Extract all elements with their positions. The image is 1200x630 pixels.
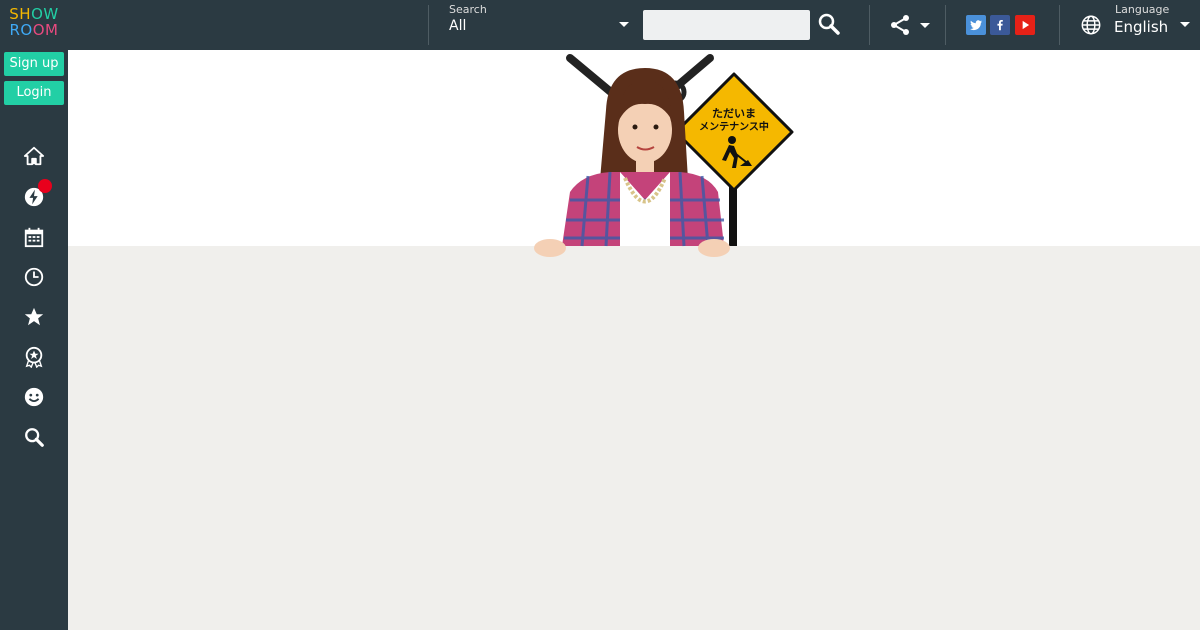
chevron-down-icon <box>920 23 930 28</box>
clock-icon[interactable] <box>22 265 46 289</box>
divider <box>1059 5 1060 45</box>
showroom-logo[interactable]: SHOW ROOM <box>0 6 68 38</box>
logo-letter: S <box>9 5 20 23</box>
divider <box>945 5 946 45</box>
chevron-down-icon <box>619 22 629 27</box>
language-label: Language <box>1115 3 1170 16</box>
youtube-button[interactable] <box>1015 15 1035 35</box>
smiley-icon[interactable] <box>22 385 46 409</box>
language-select[interactable]: Language English <box>1078 3 1193 47</box>
facebook-icon <box>997 19 1003 31</box>
hand <box>534 239 566 257</box>
maintenance-illustration: ただいま メンテナンス中 <box>534 54 794 257</box>
logo-letter: O <box>32 21 46 39</box>
calendar-icon[interactable] <box>22 225 46 249</box>
search-button[interactable] <box>817 12 843 38</box>
language-value: English <box>1114 18 1169 36</box>
search-category-select[interactable]: Search All <box>449 3 631 47</box>
divider <box>428 5 429 45</box>
logo-letter: R <box>9 21 21 39</box>
twitter-button[interactable] <box>966 15 986 35</box>
globe-icon <box>1081 15 1101 35</box>
sign-text-line2: メンテナンス中 <box>699 120 769 133</box>
logo-letter: H <box>19 5 32 23</box>
share-icon <box>891 15 909 35</box>
logo-letter: W <box>43 5 59 23</box>
search-category-value: All <box>449 18 467 34</box>
search-input[interactable] <box>643 10 810 40</box>
notification-badge <box>38 179 52 193</box>
search-icon[interactable] <box>22 425 46 449</box>
logo-letter: O <box>20 21 33 39</box>
hand <box>698 239 730 257</box>
home-icon[interactable] <box>22 144 46 168</box>
login-button[interactable]: Login <box>4 81 64 105</box>
signup-button[interactable]: Sign up <box>4 52 64 76</box>
maintenance-sign: ただいま メンテナンス中 <box>674 72 794 192</box>
facebook-button[interactable] <box>990 15 1010 35</box>
share-button[interactable] <box>888 13 934 37</box>
twitter-icon <box>970 20 983 31</box>
sidebar: SHOW ROOM Sign up Login <box>0 0 68 630</box>
star-icon[interactable] <box>22 305 46 329</box>
chevron-down-icon <box>1180 22 1190 27</box>
top-header: Search All Language English <box>68 0 1200 50</box>
sign-text-line1: ただいま <box>712 107 756 120</box>
logo-letter: O <box>31 5 44 23</box>
ribbon-icon[interactable] <box>22 345 46 369</box>
search-label: Search <box>449 3 487 16</box>
divider <box>869 5 870 45</box>
youtube-icon <box>1022 20 1030 30</box>
logo-letter: M <box>45 21 59 39</box>
lightning-icon[interactable] <box>22 179 52 209</box>
search-icon <box>818 13 840 35</box>
